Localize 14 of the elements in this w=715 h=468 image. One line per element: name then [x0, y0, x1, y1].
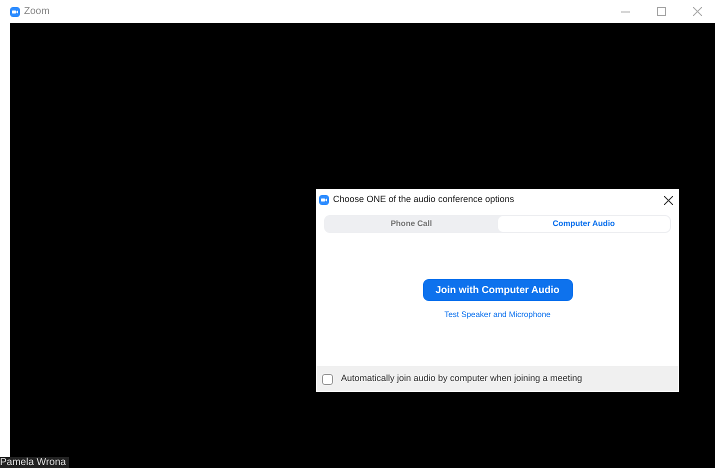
audio-tab[interactable]: Phone Call	[325, 216, 498, 232]
participant-name: Pamela Wrona	[0, 457, 69, 468]
join-audio-button[interactable]: Join with Computer Audio	[422, 279, 572, 301]
dialog-title: Choose ONE of the audio conference options	[333, 193, 514, 206]
auto-join-label: Automatically join audio by computer when joining a meeting	[341, 372, 582, 386]
checkbox[interactable]	[322, 374, 333, 384]
app-logo-icon	[10, 6, 20, 16]
app-logo-icon	[319, 195, 329, 205]
maximize-icon	[656, 6, 666, 16]
window-title: Zoom	[24, 5, 50, 19]
audio-tab[interactable]: Computer Audio	[498, 216, 670, 232]
test-audio-link[interactable]: Test Speaker and Microphone	[444, 309, 551, 321]
close-button[interactable]	[663, 195, 673, 205]
close-icon	[692, 6, 702, 16]
